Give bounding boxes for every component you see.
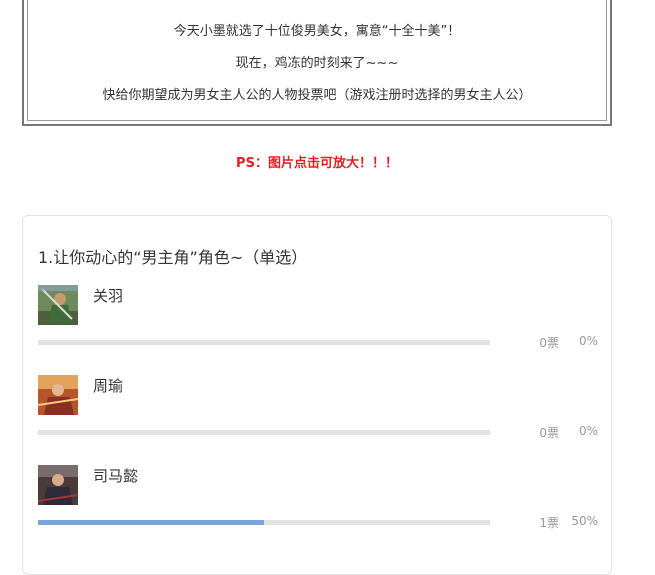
vote-bar-track bbox=[38, 520, 490, 525]
vote-bar-track bbox=[38, 430, 490, 435]
vote-percent: 50% bbox=[571, 514, 598, 528]
poll-option[interactable]: 周瑜 0票 0% bbox=[23, 375, 613, 455]
intro-line-1: 今天小墨就选了十位俊男美女，寓意“十全十美”！ bbox=[173, 24, 461, 39]
option-image-simayi[interactable] bbox=[38, 465, 78, 505]
option-image-zhouyu[interactable] bbox=[38, 375, 78, 415]
vote-percent: 0% bbox=[578, 424, 598, 438]
poll-option[interactable]: 关羽 0票 0% bbox=[23, 285, 613, 365]
option-name: 司马懿 bbox=[93, 467, 139, 485]
vote-count: 1票 bbox=[539, 516, 559, 530]
option-name: 周瑜 bbox=[93, 377, 124, 395]
poll-option[interactable]: 司马懿 1票 50% bbox=[23, 465, 613, 545]
question-title: 1.让你动心的“男主角”角色~（单选） bbox=[38, 248, 308, 267]
poll-card: 1.让你动心的“男主角”角色~（单选） 关羽 0票 0% 周瑜 0票 0% 司马… bbox=[22, 215, 612, 575]
vote-bar-track bbox=[38, 340, 490, 345]
option-name: 关羽 bbox=[93, 287, 124, 305]
ps-note: PS：图片点击可放大！！！ bbox=[236, 156, 398, 171]
vote-percent: 0% bbox=[578, 334, 598, 348]
vote-bar-fill bbox=[38, 520, 264, 525]
vote-count: 0票 bbox=[539, 336, 559, 350]
intro-line-2: 现在，鸡冻的时刻来了~~~ bbox=[235, 56, 399, 71]
option-image-guanyu[interactable] bbox=[38, 285, 78, 325]
intro-box: 今天小墨就选了十位俊男美女，寓意“十全十美”！ 现在，鸡冻的时刻来了~~~ 快给… bbox=[22, 0, 612, 126]
vote-count: 0票 bbox=[539, 426, 559, 440]
intro-line-3: 快给你期望成为男女主人公的人物投票吧（游戏注册时选择的男女主人公） bbox=[102, 88, 532, 103]
